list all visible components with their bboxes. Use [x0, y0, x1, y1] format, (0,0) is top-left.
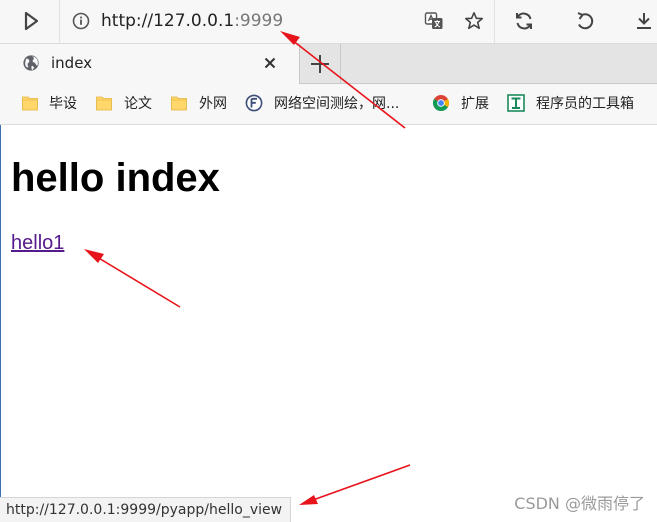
tab-divider [340, 44, 341, 83]
status-bar-url: http://127.0.0.1:9999/pyapp/hello_view [0, 497, 292, 522]
site-info-icon[interactable] [72, 12, 90, 30]
bookmark-folder-waiwang[interactable]: 外网 [170, 84, 232, 124]
new-tab-plus-icon[interactable] [307, 52, 333, 76]
bookmarks-bar: 毕设 论文 外网 网络空间测绘，网... 扩展 程序员的工具箱 [0, 84, 657, 125]
bookmark-label: 网络空间测绘，网... [274, 96, 400, 112]
refresh-icon[interactable] [514, 11, 534, 31]
folder-icon [171, 96, 187, 111]
tab-index[interactable]: index [0, 44, 300, 84]
fofa-icon [245, 94, 263, 112]
download-icon[interactable] [634, 11, 654, 31]
hello1-link[interactable]: hello1 [11, 230, 64, 256]
play-icon[interactable] [19, 9, 43, 33]
translate-icon[interactable] [424, 11, 444, 31]
chrome-icon [432, 95, 450, 112]
folder-icon [96, 96, 112, 111]
page-heading: hello index [11, 156, 220, 200]
bookmark-toolbox[interactable]: 程序员的工具箱 [507, 84, 649, 124]
bookmark-label: 毕设 [49, 96, 77, 112]
close-icon[interactable] [262, 55, 278, 71]
url-host: http://127.0.0.1 [101, 11, 235, 31]
bookmark-label: 扩展 [461, 96, 489, 112]
bookmark-fofa[interactable]: 网络空间测绘，网... [245, 84, 411, 124]
bookmark-folder-bishe[interactable]: 毕设 [21, 84, 83, 124]
arrow-to-link [84, 249, 181, 308]
undo-icon[interactable] [575, 11, 595, 31]
bookmark-star-icon[interactable] [464, 11, 484, 31]
browser-window: http://127.0.0.1:9999 index 毕设 论文 外网 网络空… [0, 0, 657, 522]
toolbar-divider [59, 0, 60, 43]
globe-icon [23, 55, 39, 71]
browser-toolbar: http://127.0.0.1:9999 [0, 0, 657, 44]
tab-title: index [51, 54, 93, 72]
toolbar-divider [494, 0, 495, 43]
bookmark-extensions[interactable]: 扩展 [432, 84, 494, 124]
bookmark-folder-lunwen[interactable]: 论文 [95, 84, 157, 124]
url-port: :9999 [234, 11, 284, 31]
bookmark-label: 外网 [199, 96, 227, 112]
csdn-watermark: CSDN @微雨停了 [514, 494, 645, 513]
arrow-to-status [299, 464, 411, 505]
tab-strip: index [0, 44, 657, 84]
folder-icon [22, 96, 38, 111]
bookmark-label: 论文 [124, 96, 152, 112]
address-bar[interactable]: http://127.0.0.1:9999 [101, 9, 283, 33]
bookmark-label: 程序员的工具箱 [536, 96, 634, 112]
tool-icon [507, 94, 525, 112]
